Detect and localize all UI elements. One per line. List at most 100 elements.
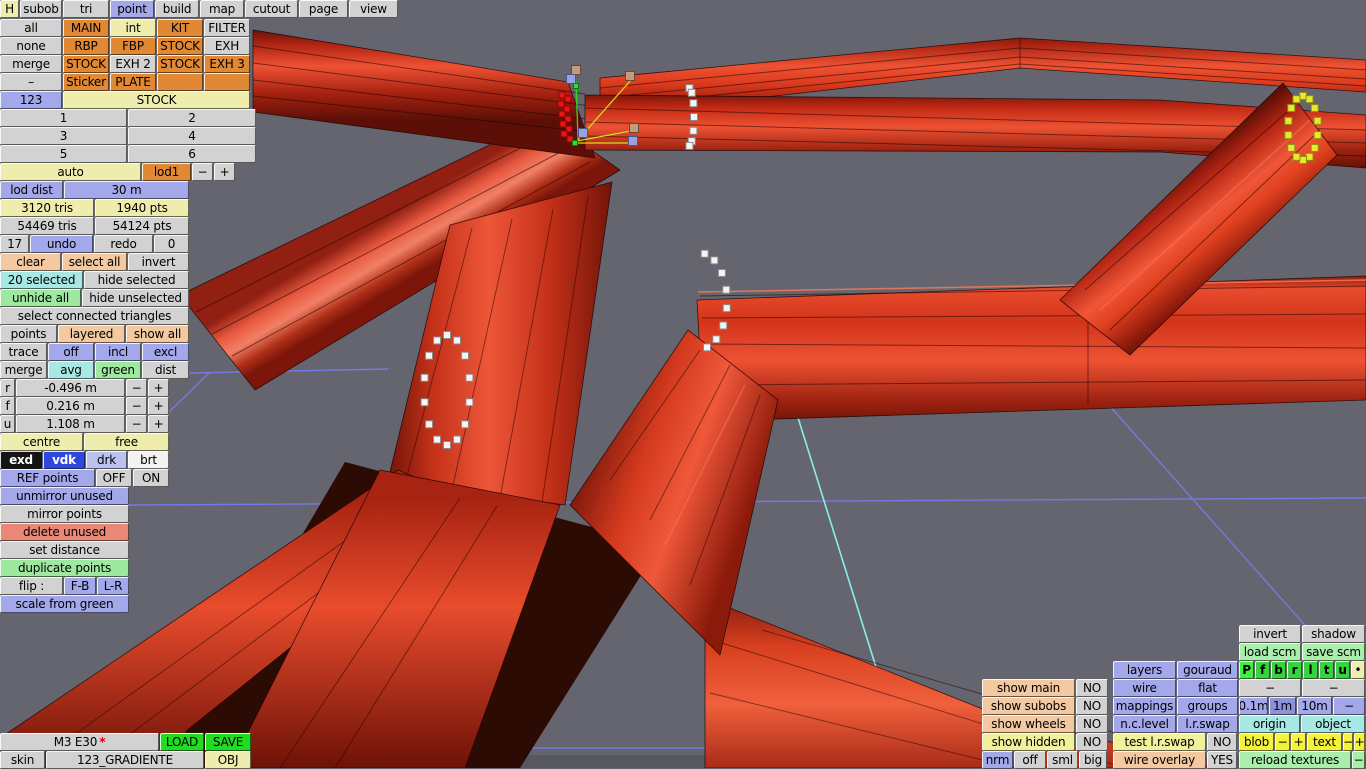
button-123[interactable]: 123 <box>0 91 62 109</box>
button-trace[interactable]: trace <box>0 343 47 361</box>
button-centre[interactable]: centre <box>0 433 83 451</box>
button-big[interactable]: big <box>1079 751 1107 769</box>
button-free[interactable]: free <box>84 433 169 451</box>
button-merge[interactable]: merge <box>0 361 47 379</box>
button-5[interactable]: 5 <box>0 145 127 163</box>
button-blank[interactable]: − <box>192 163 213 181</box>
button-0.1m[interactable]: 0.1m <box>1239 697 1268 715</box>
button-h[interactable]: H <box>0 0 19 18</box>
button-clear[interactable]: clear <box>0 253 61 271</box>
button-test-l.r.swap[interactable]: test l.r.swap <box>1113 733 1206 751</box>
button-blank[interactable] <box>204 73 250 91</box>
button-groups[interactable]: groups <box>1177 697 1238 715</box>
button-exh-3[interactable]: EXH 3 <box>204 55 250 73</box>
button-blank[interactable]: + <box>148 415 169 433</box>
button-unhide-all[interactable]: unhide all <box>0 289 81 307</box>
button-no[interactable]: NO <box>1207 733 1237 751</box>
button-show-hidden[interactable]: show hidden <box>982 733 1075 751</box>
button-wire[interactable]: wire <box>1113 679 1176 697</box>
button-l-r[interactable]: L-R <box>97 577 129 595</box>
button-merge[interactable]: merge <box>0 55 62 73</box>
button-blank[interactable]: − <box>1239 679 1301 697</box>
button-3120-tris[interactable]: 3120 tris <box>0 199 94 217</box>
button-layers[interactable]: layers <box>1113 661 1176 679</box>
button-stock[interactable]: STOCK <box>63 91 250 109</box>
button-text[interactable]: text <box>1307 733 1342 751</box>
button-gouraud[interactable]: gouraud <box>1177 661 1238 679</box>
button-show-subobs[interactable]: show subobs <box>982 697 1075 715</box>
button-blank[interactable]: − <box>1333 697 1365 715</box>
button-0[interactable]: 0 <box>154 235 189 253</box>
button-17[interactable]: 17 <box>0 235 29 253</box>
button-1m[interactable]: 1m <box>1269 697 1296 715</box>
button-mirror-points[interactable]: mirror points <box>0 505 129 523</box>
button-excl[interactable]: excl <box>142 343 189 361</box>
button-0.216-m[interactable]: 0.216 m <box>16 397 125 415</box>
button-layered[interactable]: layered <box>58 325 125 343</box>
button-30-m[interactable]: 30 m <box>64 181 189 199</box>
button-int[interactable]: int <box>110 19 156 37</box>
button-scale-from-green[interactable]: scale from green <box>0 595 129 613</box>
button-blank[interactable]: − <box>1275 733 1290 751</box>
button-u[interactable]: u <box>0 415 15 433</box>
button-p[interactable]: P <box>1239 661 1254 679</box>
button-drk[interactable]: drk <box>86 451 127 469</box>
button-redo[interactable]: redo <box>94 235 153 253</box>
button-hide-unselected[interactable]: hide unselected <box>82 289 189 307</box>
button-blank[interactable]: + <box>214 163 235 181</box>
button-tri[interactable]: tri <box>63 0 109 18</box>
button-invert[interactable]: invert <box>128 253 189 271</box>
button-on[interactable]: ON <box>133 469 169 487</box>
button-exh-2[interactable]: EXH 2 <box>110 55 156 73</box>
button-build[interactable]: build <box>155 0 199 18</box>
button-t[interactable]: t <box>1319 661 1334 679</box>
button-10m[interactable]: 10m <box>1297 697 1332 715</box>
button-save-scm[interactable]: save scm <box>1302 643 1365 661</box>
button-cutout[interactable]: cutout <box>245 0 298 18</box>
button-1.108-m[interactable]: 1.108 m <box>16 415 125 433</box>
button-blank[interactable] <box>157 73 203 91</box>
button-yes[interactable]: YES <box>1207 751 1237 769</box>
button-m3-e30[interactable]: M3 E30 * <box>0 733 159 751</box>
button-stock[interactable]: STOCK <box>157 37 203 55</box>
button-u[interactable]: u <box>1335 661 1350 679</box>
button-undo[interactable]: undo <box>30 235 93 253</box>
button-blank[interactable]: – <box>0 73 62 91</box>
button-main[interactable]: MAIN <box>63 19 109 37</box>
button-unmirror-unused[interactable]: unmirror unused <box>0 487 129 505</box>
button-mappings[interactable]: mappings <box>1113 697 1176 715</box>
button-1940-pts[interactable]: 1940 pts <box>95 199 189 217</box>
button-show-all[interactable]: show all <box>126 325 189 343</box>
button-stock[interactable]: STOCK <box>63 55 109 73</box>
button-wire-overlay[interactable]: wire overlay <box>1113 751 1206 769</box>
button-none[interactable]: none <box>0 37 62 55</box>
button-flip[interactable]: flip : <box>0 577 63 595</box>
button-no[interactable]: NO <box>1076 733 1108 751</box>
button-object[interactable]: object <box>1301 715 1365 733</box>
button-points[interactable]: points <box>0 325 57 343</box>
button-load[interactable]: LOAD <box>160 733 204 751</box>
button-f[interactable]: f <box>1255 661 1270 679</box>
button-6[interactable]: 6 <box>128 145 256 163</box>
button-fbp[interactable]: FBP <box>110 37 156 55</box>
button-n.c.level[interactable]: n.c.level <box>1113 715 1176 733</box>
button-nrm[interactable]: nrm <box>982 751 1013 769</box>
button-point[interactable]: point <box>110 0 154 18</box>
button-lod1[interactable]: lod1 <box>142 163 191 181</box>
button-origin[interactable]: origin <box>1239 715 1300 733</box>
button-54124-pts[interactable]: 54124 pts <box>95 217 189 235</box>
button-save[interactable]: SAVE <box>205 733 251 751</box>
button-lod-dist[interactable]: lod dist <box>0 181 63 199</box>
button-obj[interactable]: OBJ <box>205 751 251 769</box>
button-auto[interactable]: auto <box>0 163 141 181</box>
button-show-wheels[interactable]: show wheels <box>982 715 1075 733</box>
button-show-main[interactable]: show main <box>982 679 1075 697</box>
button-all[interactable]: all <box>0 19 62 37</box>
button-subob[interactable]: subob <box>20 0 62 18</box>
button-blank[interactable]: + <box>1291 733 1306 751</box>
button-vdk[interactable]: vdk <box>43 451 85 469</box>
button-load-scm[interactable]: load scm <box>1239 643 1301 661</box>
button-off[interactable]: off <box>1014 751 1046 769</box>
button-blank[interactable]: + <box>148 379 169 397</box>
button-2[interactable]: 2 <box>128 109 256 127</box>
